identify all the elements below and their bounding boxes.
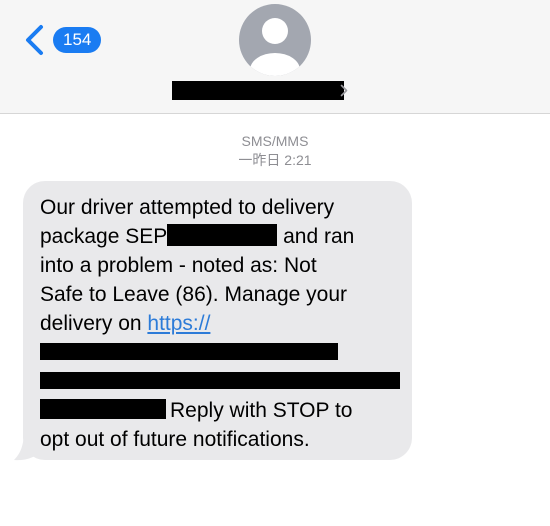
contact-name-redacted[interactable] <box>172 81 344 100</box>
chevron-left-icon <box>26 25 43 55</box>
message-line <box>40 338 400 367</box>
message-line <box>40 367 400 396</box>
message-line: delivery on https:// <box>40 312 211 335</box>
message-timestamp: 一昨日 2:21 <box>238 152 312 168</box>
unread-count-badge: 154 <box>53 27 102 53</box>
conversation-header: 154 <box>0 0 550 114</box>
back-button[interactable]: 154 <box>20 24 102 56</box>
redacted-link[interactable] <box>40 371 400 389</box>
message-line: Safe to Leave (86). Manage your <box>40 283 348 306</box>
message-line: into a problem - noted as: Not <box>40 254 317 277</box>
message-line: package SEP and ran <box>40 224 355 248</box>
redacted-text <box>167 224 278 247</box>
message-meta: SMS/MMS 一昨日 2:21 <box>0 132 550 169</box>
message-link[interactable]: https:// <box>147 312 210 335</box>
redacted-link[interactable] <box>40 399 166 420</box>
redacted-link[interactable] <box>40 342 338 360</box>
message-line: Reply with STOP to <box>40 396 400 425</box>
person-icon[interactable] <box>239 4 311 76</box>
message-line: Our driver attempted to delivery <box>40 196 335 219</box>
incoming-message-bubble[interactable]: Our driver attempted to delivery package… <box>23 181 412 460</box>
message-line: opt out of future notifications. <box>40 428 310 451</box>
service-label: SMS/MMS <box>241 133 309 149</box>
chevron-right-icon[interactable] <box>340 84 348 97</box>
